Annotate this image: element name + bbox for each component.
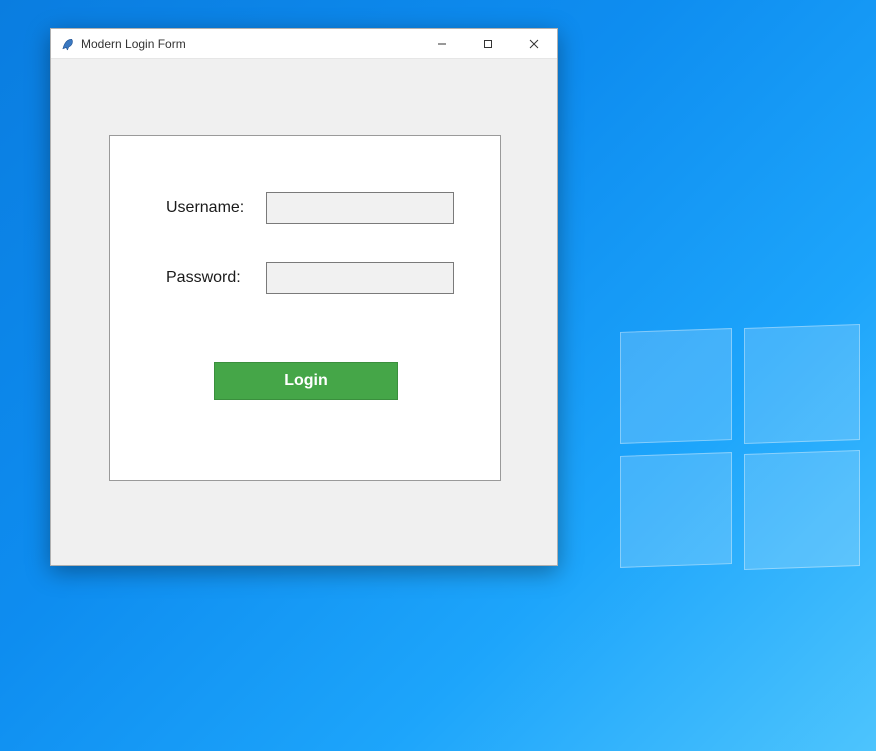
username-row: Username: — [166, 192, 454, 224]
window-title: Modern Login Form — [81, 37, 186, 51]
desktop-wallpaper: Modern Login Form Username: Password: — [0, 0, 876, 751]
password-row: Password: — [166, 262, 454, 294]
password-input[interactable] — [266, 262, 454, 294]
app-window: Modern Login Form Username: Password: — [50, 28, 558, 566]
username-input[interactable] — [266, 192, 454, 224]
app-feather-icon — [59, 36, 75, 52]
window-titlebar[interactable]: Modern Login Form — [51, 29, 557, 59]
minimize-button[interactable] — [419, 29, 465, 59]
close-button[interactable] — [511, 29, 557, 59]
windows-logo-icon — [620, 330, 860, 570]
login-button[interactable]: Login — [214, 362, 398, 400]
window-client-area: Username: Password: Login — [51, 59, 557, 565]
login-form-card: Username: Password: Login — [109, 135, 501, 481]
username-label: Username: — [166, 199, 266, 217]
maximize-button[interactable] — [465, 29, 511, 59]
password-label: Password: — [166, 269, 266, 287]
